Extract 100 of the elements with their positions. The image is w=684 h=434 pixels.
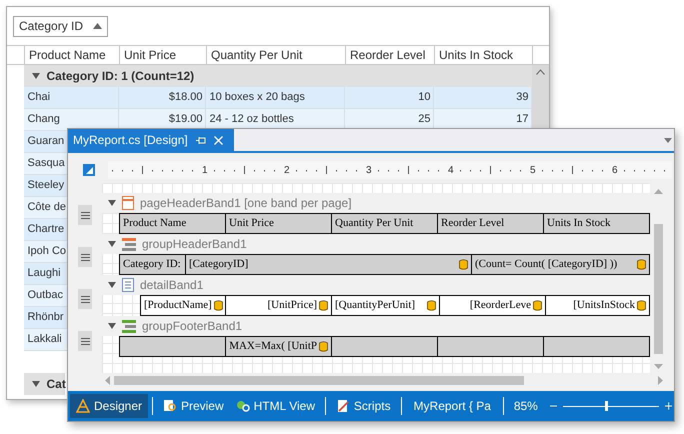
pin-icon[interactable] bbox=[196, 136, 206, 144]
report-cell[interactable]: [UnitsInStock bbox=[546, 295, 650, 316]
view-icon bbox=[162, 399, 177, 413]
report-cell[interactable]: [QuantityPerUnit] bbox=[332, 295, 440, 316]
report-cell[interactable]: Quantity Per Unit bbox=[332, 213, 438, 234]
band-name: groupFooterBand1 bbox=[142, 318, 242, 335]
slider-thumb[interactable] bbox=[605, 401, 608, 411]
report-cell[interactable]: [UnitPrice] bbox=[226, 295, 332, 316]
report-name: MyReport { Pa bbox=[412, 398, 492, 415]
table-cell: Chai bbox=[24, 87, 120, 109]
zoom-reading: 85% bbox=[512, 398, 539, 415]
column-header[interactable]: Units In Stock bbox=[435, 46, 533, 64]
band-handle[interactable] bbox=[78, 247, 92, 267]
report-cell[interactable]: Category ID: bbox=[119, 254, 186, 275]
table-cell: $18.00 bbox=[119, 87, 206, 109]
scrollbar[interactable] bbox=[532, 65, 549, 129]
scroll-thumb[interactable] bbox=[654, 224, 662, 354]
ruler-number: 3 bbox=[366, 164, 372, 178]
column-header[interactable]: Unit Price bbox=[120, 46, 207, 64]
collapse-icon[interactable] bbox=[108, 199, 116, 207]
menu-icon bbox=[80, 212, 90, 218]
cell-text: (Count= Count( [CategoryID] )) bbox=[475, 257, 618, 272]
report-cell[interactable]: Units In Stock bbox=[544, 213, 650, 234]
group-label: Cat bbox=[46, 376, 66, 393]
cell-text: [UnitPrice] bbox=[268, 298, 317, 314]
band-handle[interactable] bbox=[78, 205, 92, 225]
band-header[interactable]: detailBand1 bbox=[102, 275, 650, 295]
view-icon bbox=[336, 399, 350, 413]
band-icon bbox=[122, 238, 136, 250]
band-header[interactable]: pageHeaderBand1 [one band per page] bbox=[102, 193, 650, 213]
band-header[interactable]: groupHeaderBand1 bbox=[102, 234, 650, 254]
ruler-number: 6 bbox=[612, 164, 618, 178]
sort-ascending-icon bbox=[93, 23, 102, 29]
view-icon bbox=[76, 399, 90, 413]
menu-icon bbox=[80, 296, 90, 302]
group-row[interactable]: Cat bbox=[24, 373, 66, 395]
band-name: detailBand1 bbox=[140, 277, 204, 294]
ruler-number: 1 bbox=[202, 164, 208, 178]
band-header[interactable]: groupFooterBand1 bbox=[102, 316, 650, 336]
band-name: pageHeaderBand1 [one band per page] bbox=[140, 195, 352, 212]
expand-icon[interactable] bbox=[32, 380, 40, 388]
report-cell[interactable] bbox=[544, 336, 650, 357]
collapse-icon[interactable] bbox=[108, 281, 116, 289]
cell-text: [CategoryID] bbox=[189, 257, 250, 272]
table-cell: 10 bbox=[345, 87, 434, 109]
report-cell[interactable]: Reorder Level bbox=[438, 213, 544, 234]
report-cell[interactable] bbox=[438, 336, 544, 357]
scroll-up-icon[interactable] bbox=[536, 69, 546, 75]
report-cell[interactable]: MAX=Max( [UnitP bbox=[226, 336, 332, 357]
band-icon bbox=[122, 196, 134, 210]
zoom-in-icon[interactable] bbox=[664, 402, 672, 410]
document-tab[interactable]: MyReport.cs [Design] bbox=[68, 129, 234, 151]
report-cell[interactable] bbox=[119, 336, 226, 357]
view-icon bbox=[236, 399, 250, 413]
close-icon[interactable] bbox=[214, 136, 223, 144]
report-cell[interactable]: [ReorderLeve bbox=[440, 295, 546, 316]
table-cell: Chang bbox=[24, 109, 120, 131]
ruler-number: 4 bbox=[448, 164, 454, 178]
view-tab[interactable]: HTML View bbox=[230, 394, 321, 418]
cell-text: Units In Stock bbox=[547, 216, 611, 232]
menu-icon bbox=[80, 338, 90, 344]
cell-text: Product Name bbox=[123, 216, 186, 232]
menu-icon bbox=[80, 254, 90, 260]
group-row[interactable]: Category ID: 1 (Count=12) bbox=[24, 65, 532, 87]
cell-text: Reorder Level bbox=[441, 216, 504, 232]
expand-icon[interactable] bbox=[32, 72, 40, 80]
report-cell[interactable]: [ProductName] bbox=[140, 295, 226, 316]
ruler-corner-icon[interactable] bbox=[83, 164, 95, 176]
cell-text: [ReorderLeve bbox=[470, 298, 531, 314]
column-header[interactable]: Quantity Per Unit bbox=[207, 46, 346, 64]
report-cell[interactable]: Product Name bbox=[119, 213, 226, 234]
ruler-number: 5 bbox=[530, 164, 536, 178]
scroll-thumb[interactable] bbox=[114, 376, 524, 384]
band-handle[interactable] bbox=[78, 289, 92, 309]
cell-text: [UnitsInStock bbox=[573, 298, 635, 314]
report-cell[interactable]: (Count= Count( [CategoryID] )) bbox=[472, 254, 650, 275]
report-cell[interactable] bbox=[332, 336, 438, 357]
cell-text: Quantity Per Unit bbox=[335, 216, 414, 232]
table-cell: 39 bbox=[434, 87, 532, 109]
view-tab[interactable]: Scripts bbox=[330, 394, 397, 418]
cell-text: Unit Price bbox=[229, 216, 274, 232]
band-name: groupHeaderBand1 bbox=[142, 236, 247, 253]
cell-text: Category ID: bbox=[123, 257, 181, 272]
cell-text: [QuantityPerUnit] bbox=[335, 298, 416, 314]
zoom-slider[interactable] bbox=[563, 401, 659, 411]
view-tab[interactable]: Preview bbox=[156, 394, 230, 418]
cell-text: MAX=Max( [UnitP bbox=[229, 339, 317, 354]
view-tab[interactable]: Designer bbox=[70, 394, 148, 418]
dropdown-icon[interactable] bbox=[664, 138, 672, 142]
band-icon bbox=[122, 320, 136, 332]
group-label: Category ID: 1 (Count=12) bbox=[46, 68, 194, 85]
band-handle[interactable] bbox=[78, 331, 92, 351]
report-cell[interactable]: [CategoryID] bbox=[186, 254, 472, 275]
column-header[interactable]: Reorder Level bbox=[346, 46, 435, 64]
column-header[interactable]: Product Name bbox=[25, 46, 120, 64]
table-cell: 10 boxes x 20 bags bbox=[206, 87, 346, 109]
cell-text: [ProductName] bbox=[144, 298, 212, 314]
group-chip[interactable]: Category ID bbox=[13, 16, 108, 36]
band-icon bbox=[122, 278, 134, 292]
report-cell[interactable]: Unit Price bbox=[226, 213, 332, 234]
